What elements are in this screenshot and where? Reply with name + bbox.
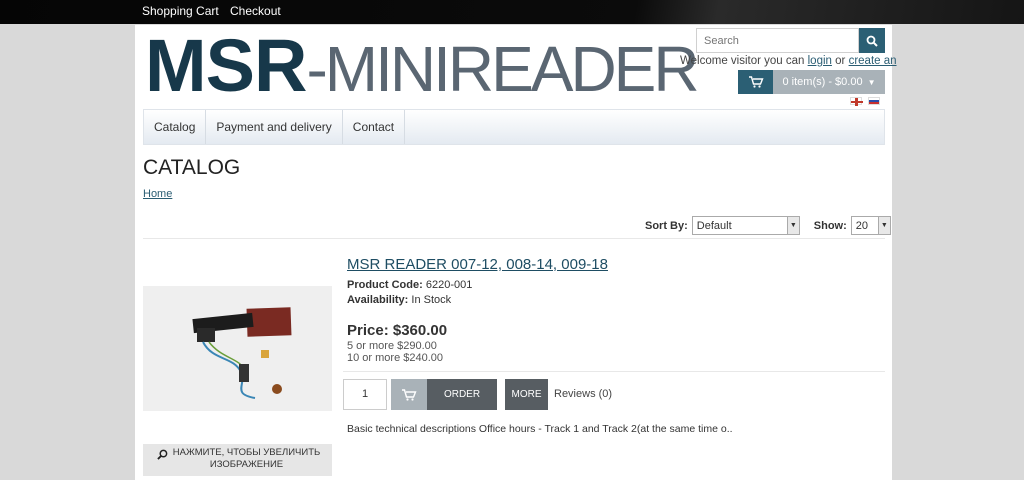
product-photo	[143, 286, 332, 411]
search-icon	[866, 35, 878, 47]
product-code-value: 6220-001	[425, 279, 473, 291]
product-price: Price: $360.00	[347, 322, 448, 339]
checkout-link[interactable]: Checkout	[230, 4, 281, 18]
login-link[interactable]: login	[808, 55, 832, 67]
nav-item-payment[interactable]: Payment and delivery	[206, 110, 343, 144]
welcome-prefix: Welcome visitor you can	[680, 55, 805, 67]
cart-total-label: 0 item(s) - $0.00	[782, 76, 863, 88]
chevron-down-icon: ▼	[877, 217, 890, 234]
chevron-down-icon: ▼	[786, 217, 799, 234]
page-container: MSR-MINIREADER Welcome visitor you can l…	[135, 25, 897, 480]
sort-label: Sort By:	[645, 219, 688, 232]
price-tier: 10 or more $240.00	[347, 352, 444, 364]
enlarge-image-button[interactable]: НАЖМИТЕ, ЧТОБЫ УВЕЛИЧИТЬ ИЗОБРАЖЕНИЕ	[143, 444, 332, 476]
show-label: Show:	[813, 219, 847, 232]
divider	[143, 238, 885, 239]
product-title-link[interactable]: MSR READER 007-12, 008-14, 009-18	[347, 256, 608, 273]
magnifier-icon	[157, 449, 168, 460]
product-image[interactable]	[143, 286, 332, 411]
show-value: 20	[855, 219, 869, 232]
welcome-or: or	[835, 55, 846, 67]
order-cart-button[interactable]	[391, 379, 427, 410]
product-description: Basic technical descriptions Office hour…	[347, 423, 733, 435]
main-nav: Catalog Payment and delivery Contact	[143, 109, 885, 145]
cart-icon	[748, 76, 764, 88]
logo-thin-text: -MINIREADER	[306, 33, 699, 105]
zoom-text-line1: НАЖМИТЕ, ЧТОБЫ УВЕЛИЧИТЬ	[172, 447, 321, 458]
search-input[interactable]	[696, 28, 859, 53]
zoom-text-line2: ИЗОБРАЖЕНИЕ	[209, 459, 284, 470]
english-flag-icon[interactable]	[850, 97, 863, 106]
breadcrumb-home[interactable]: Home	[143, 188, 172, 200]
show-select[interactable]: 20 ▼	[850, 216, 891, 235]
product-code: Product Code: 6220-001	[347, 279, 472, 291]
availability-value: In Stock	[411, 294, 452, 306]
language-switcher	[850, 97, 880, 106]
sort-value: Default	[696, 219, 732, 232]
create-account-link[interactable]: create an	[849, 55, 897, 67]
cart-dropdown[interactable]: 0 item(s) - $0.00 ▼	[773, 70, 885, 94]
logo-bold-text: MSR	[145, 24, 307, 107]
top-bar: Shopping Cart Checkout	[0, 0, 1024, 24]
chevron-down-icon: ▼	[867, 77, 876, 87]
welcome-text: Welcome visitor you can login or create …	[680, 55, 897, 67]
quantity-input[interactable]: 1	[343, 379, 387, 410]
cart-icon	[402, 388, 417, 401]
reviews-link[interactable]: Reviews (0)	[554, 388, 612, 400]
availability-label: Availability:	[347, 294, 409, 306]
sort-bar: Sort By: Default ▼ Show: 20 ▼	[645, 216, 891, 235]
divider	[343, 371, 885, 372]
nav-item-catalog[interactable]: Catalog	[144, 110, 207, 144]
site-logo[interactable]: MSR-MINIREADER	[145, 28, 700, 106]
more-button[interactable]: MORE	[505, 379, 548, 410]
page-title: CATALOG	[143, 156, 241, 179]
search-button[interactable]	[859, 28, 885, 53]
russian-flag-icon[interactable]	[868, 97, 880, 105]
sort-select[interactable]: Default ▼	[691, 216, 800, 235]
cart-icon-button[interactable]	[738, 70, 773, 94]
order-button[interactable]: ORDER	[427, 379, 497, 410]
product-code-label: Product Code:	[347, 279, 423, 291]
price-tier: 5 or more $290.00	[347, 340, 437, 352]
shopping-cart-link[interactable]: Shopping Cart	[142, 4, 219, 18]
nav-item-contact[interactable]: Contact	[343, 110, 406, 144]
product-availability: Availability: In Stock	[347, 294, 451, 306]
